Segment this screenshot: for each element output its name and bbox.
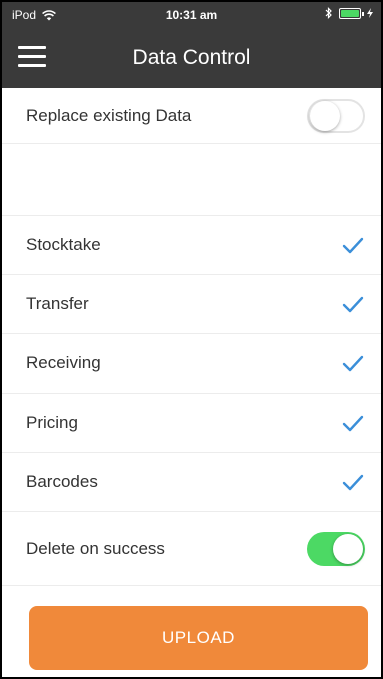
status-bar: iPod 10:31 am [2, 2, 381, 30]
data-type-label: Transfer [26, 294, 89, 314]
replace-existing-toggle[interactable] [307, 98, 365, 133]
checkmark-icon [342, 297, 364, 313]
delete-on-success-toggle[interactable] [307, 531, 365, 566]
toggle-knob [333, 533, 363, 564]
spacer-row [2, 144, 381, 216]
battery-tip [362, 11, 364, 16]
page-title: Data Control [132, 46, 251, 69]
checkmark-icon [342, 237, 364, 254]
data-type-label: Stocktake [26, 235, 101, 255]
battery-icon [339, 7, 364, 19]
nav-bar: Data Control [2, 30, 381, 88]
checkmark-icon [342, 415, 364, 431]
data-type-label: Receiving [26, 353, 101, 373]
delete-on-success-row: Delete on success [2, 512, 381, 586]
replace-existing-row: Replace existing Data [2, 88, 381, 144]
toggle-knob [310, 100, 340, 131]
app-frame: iPod 10:31 am Data Control Replace exist… [0, 0, 383, 679]
data-type-row-stocktake[interactable]: Stocktake [2, 216, 381, 276]
charging-icon [367, 8, 373, 18]
checkmark-icon [342, 356, 364, 372]
upload-button[interactable]: UPLOAD [29, 606, 368, 670]
battery-level [341, 9, 359, 17]
data-type-row-pricing[interactable]: Pricing [2, 394, 381, 453]
replace-existing-label: Replace existing Data [26, 105, 192, 125]
data-type-row-barcodes[interactable]: Barcodes [2, 453, 381, 512]
data-type-label: Barcodes [26, 471, 98, 491]
delete-on-success-label: Delete on success [26, 538, 165, 558]
bluetooth-icon [325, 7, 332, 19]
data-type-row-transfer[interactable]: Transfer [2, 275, 381, 335]
status-right [325, 7, 373, 19]
data-type-row-receiving[interactable]: Receiving [2, 334, 381, 394]
data-type-label: Pricing [26, 412, 78, 432]
checkmark-icon [342, 474, 364, 491]
